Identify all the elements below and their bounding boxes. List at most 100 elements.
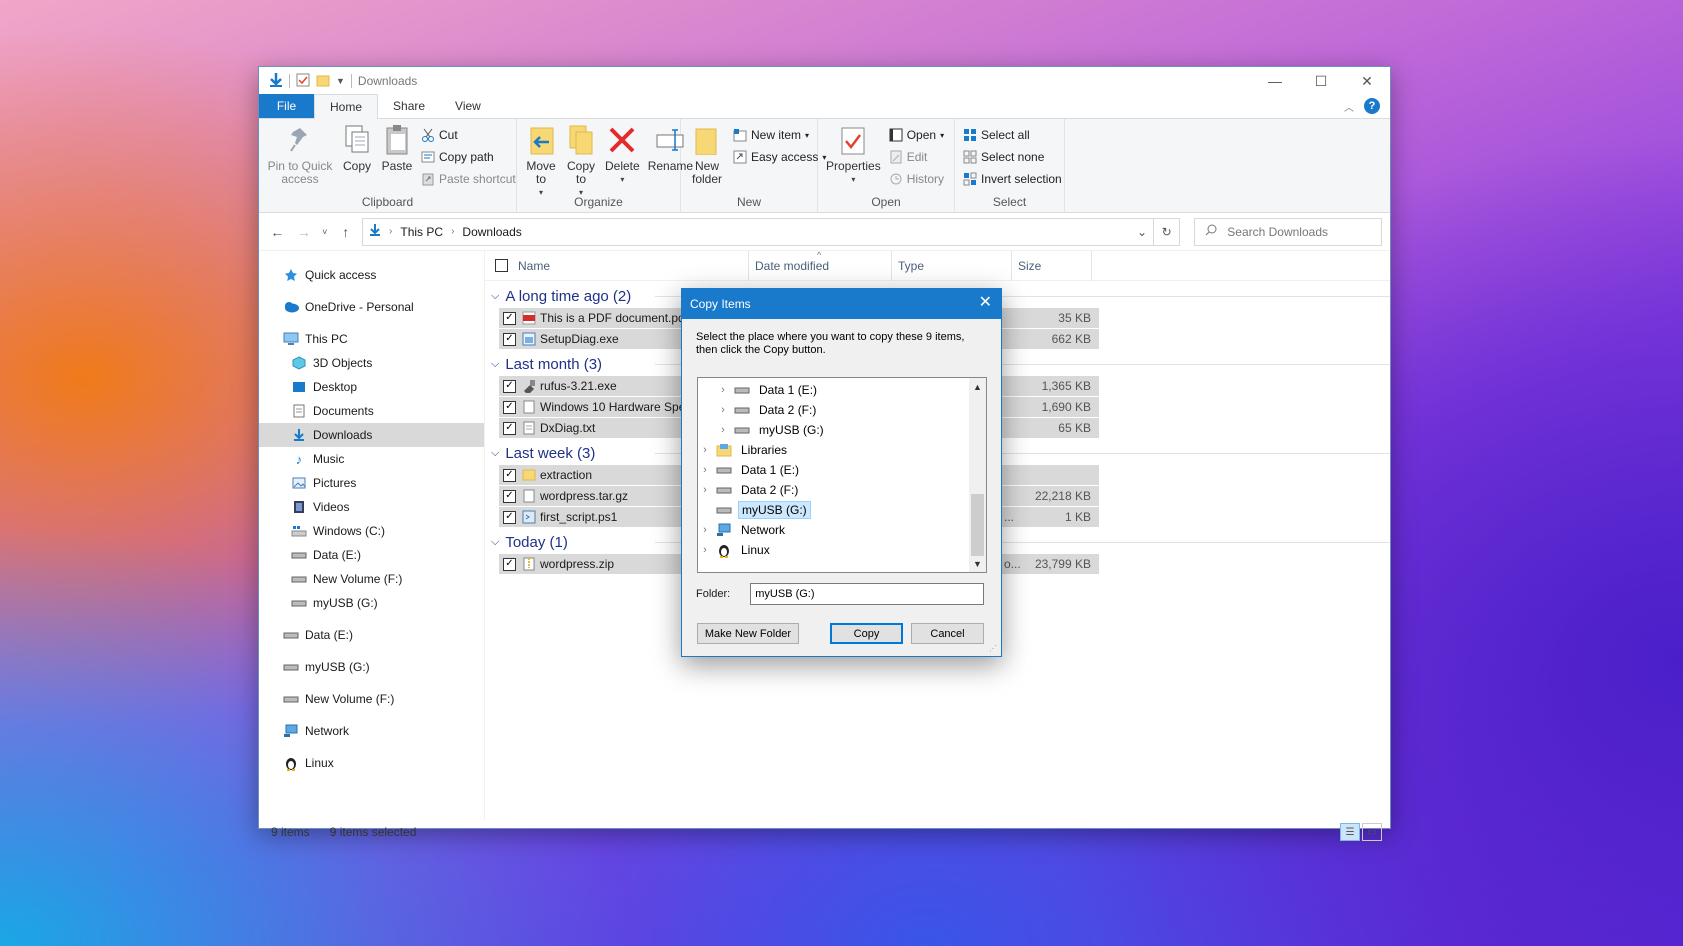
address-bar[interactable]: › This PC › Downloads ⌄ — [362, 217, 1155, 246]
tree-item-data2-f-sub[interactable]: › Data 2 (F:) — [698, 400, 986, 420]
tab-home[interactable]: Home — [314, 94, 379, 119]
column-type[interactable]: Type — [892, 250, 1012, 281]
sidebar-item-videos[interactable]: Videos — [259, 495, 484, 519]
easy-access-button[interactable]: Easy access ▾ — [733, 147, 826, 167]
up-button[interactable]: ↑ — [335, 224, 356, 240]
tree-item-data1-e-sub[interactable]: › Data 1 (E:) — [698, 380, 986, 400]
tab-file[interactable]: File — [259, 94, 314, 118]
chevron-right-icon[interactable]: › — [718, 424, 728, 436]
scroll-thumb[interactable] — [971, 494, 984, 556]
customize-qat-icon[interactable]: ▼ — [336, 76, 345, 86]
open-button[interactable]: Open ▾ — [889, 125, 944, 145]
tree-item-network[interactable]: › Network — [698, 520, 986, 540]
tree-item-myusb-g[interactable]: myUSB (G:) — [698, 500, 986, 520]
row-checkbox[interactable]: ✓ — [503, 489, 516, 503]
select-all-checkbox[interactable] — [495, 259, 508, 272]
scroll-down-icon[interactable]: ▼ — [969, 555, 986, 572]
sidebar-item-documents[interactable]: Documents — [259, 399, 484, 423]
help-icon[interactable]: ? — [1364, 98, 1380, 114]
large-icons-view-icon[interactable]: ▭ — [1362, 823, 1382, 841]
history-button[interactable]: History — [889, 169, 944, 189]
chevron-right-icon[interactable]: › — [718, 384, 728, 396]
chevron-right-icon[interactable]: › — [700, 444, 710, 456]
row-checkbox[interactable]: ✓ — [503, 421, 516, 435]
sidebar-item-data-e[interactable]: Data (E:) — [259, 543, 484, 567]
network-icon — [283, 723, 299, 739]
forward-button[interactable]: → — [294, 224, 315, 240]
breadcrumb-this-pc[interactable]: This PC — [400, 225, 443, 239]
sidebar-item-data-e-root[interactable]: Data (E:) — [259, 623, 484, 647]
sidebar-item-myusb-g[interactable]: myUSB (G:) — [259, 591, 484, 615]
copy-path-button[interactable]: Copy path — [421, 147, 516, 167]
chevron-right-icon[interactable]: › — [700, 524, 710, 536]
edit-button[interactable]: Edit — [889, 147, 944, 167]
collapse-ribbon-icon[interactable]: ︿ — [1344, 99, 1354, 114]
sidebar-item-downloads[interactable]: Downloads — [259, 423, 484, 447]
sidebar-item-network[interactable]: Network — [259, 719, 484, 743]
copy-confirm-button[interactable]: Copy — [830, 623, 903, 644]
tree-scrollbar[interactable]: ▲ ▼ — [969, 378, 986, 572]
cut-button[interactable]: Cut — [421, 125, 516, 145]
row-checkbox[interactable]: ✓ — [503, 379, 516, 393]
paste-shortcut-button[interactable]: Paste shortcut — [421, 169, 516, 189]
tab-view[interactable]: View — [440, 94, 496, 118]
recent-locations-button[interactable]: ˅ — [320, 227, 329, 237]
select-all-button[interactable]: Select all — [963, 125, 1062, 145]
properties-icon[interactable] — [296, 73, 310, 90]
sidebar-item-windows-c[interactable]: Windows (C:) — [259, 519, 484, 543]
minimize-button[interactable]: — — [1252, 67, 1298, 95]
new-folder-icon[interactable] — [316, 73, 330, 90]
column-date-modified[interactable]: ^ Date modified — [749, 250, 892, 281]
tree-item-myusb-g-sub[interactable]: › myUSB (G:) — [698, 420, 986, 440]
row-checkbox[interactable]: ✓ — [503, 510, 516, 524]
row-checkbox[interactable]: ✓ — [503, 468, 516, 482]
sidebar-item-linux[interactable]: Linux — [259, 751, 484, 775]
cancel-button[interactable]: Cancel — [911, 623, 984, 644]
chevron-right-icon[interactable]: › — [700, 484, 710, 496]
tree-item-data1-e[interactable]: › Data 1 (E:) — [698, 460, 986, 480]
tree-item-data2-f[interactable]: › Data 2 (F:) — [698, 480, 986, 500]
chevron-right-icon[interactable]: › — [700, 544, 710, 556]
sidebar-item-myusb-g-root[interactable]: myUSB (G:) — [259, 655, 484, 679]
sidebar-item-onedrive[interactable]: OneDrive - Personal — [259, 295, 484, 319]
folder-input[interactable]: myUSB (G:) — [750, 583, 985, 605]
dialog-close-button[interactable]: ✕ — [979, 295, 992, 311]
sidebar-item-this-pc[interactable]: This PC — [259, 327, 484, 351]
navigation-pane: Quick access OneDrive - Personal This PC… — [259, 251, 484, 820]
scroll-up-icon[interactable]: ▲ — [969, 378, 986, 395]
invert-selection-button[interactable]: Invert selection — [963, 169, 1062, 189]
column-size[interactable]: Size — [1012, 250, 1092, 281]
close-button[interactable]: ✕ — [1344, 67, 1390, 95]
details-view-icon[interactable]: ☰ — [1340, 823, 1360, 841]
usb-app-icon — [522, 379, 536, 393]
refresh-button[interactable]: ↻ — [1154, 217, 1181, 246]
row-checkbox[interactable]: ✓ — [503, 400, 516, 414]
resize-grip-icon[interactable]: ⋰ — [989, 644, 999, 654]
back-button[interactable]: ← — [267, 224, 288, 240]
make-new-folder-button[interactable]: Make New Folder — [697, 623, 799, 644]
select-none-button[interactable]: Select none — [963, 147, 1062, 167]
sidebar-item-3d-objects[interactable]: 3D Objects — [259, 351, 484, 375]
new-item-button[interactable]: New item ▾ — [733, 125, 826, 145]
sidebar-item-quick-access[interactable]: Quick access — [259, 263, 484, 287]
sidebar-item-new-volume-f-root[interactable]: New Volume (F:) — [259, 687, 484, 711]
address-dropdown-icon[interactable]: ⌄ — [1137, 225, 1147, 239]
tree-item-libraries[interactable]: › Libraries — [698, 440, 986, 460]
breadcrumb-downloads[interactable]: Downloads — [462, 225, 521, 239]
search-input[interactable]: Search Downloads — [1194, 217, 1382, 246]
sidebar-item-music[interactable]: ♪ Music — [259, 447, 484, 471]
row-checkbox[interactable]: ✓ — [503, 557, 516, 571]
tab-share[interactable]: Share — [378, 94, 440, 118]
chevron-right-icon[interactable]: › — [700, 464, 710, 476]
sidebar-item-desktop[interactable]: Desktop — [259, 375, 484, 399]
sidebar-item-pictures[interactable]: Pictures — [259, 471, 484, 495]
chevron-right-icon[interactable]: › — [718, 404, 728, 416]
row-checkbox[interactable]: ✓ — [503, 332, 516, 346]
tree-item-linux[interactable]: › Linux — [698, 540, 986, 560]
row-checkbox[interactable]: ✓ — [503, 311, 516, 325]
maximize-button[interactable]: ☐ — [1298, 67, 1344, 95]
sidebar-item-new-volume-f[interactable]: New Volume (F:) — [259, 567, 484, 591]
drive-icon — [283, 627, 299, 643]
column-name[interactable]: Name — [485, 250, 749, 281]
folder-tree[interactable]: › Data 1 (E:) › Data 2 (F:) › myUSB (G:) › L… — [697, 377, 987, 573]
